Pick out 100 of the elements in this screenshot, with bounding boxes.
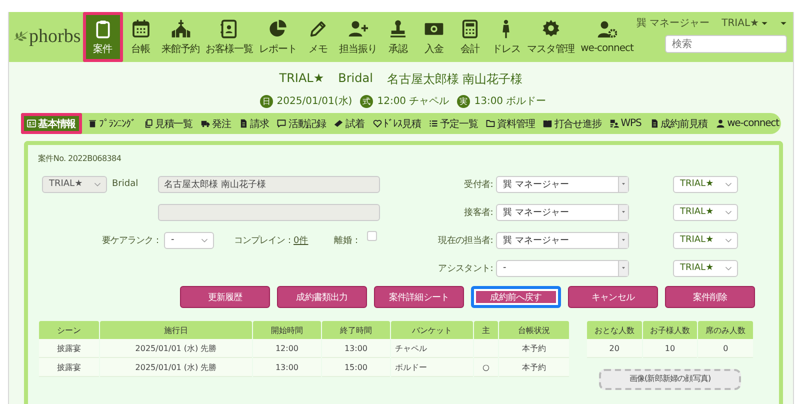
info-badge: 式: [360, 94, 374, 108]
list-icon: [429, 119, 438, 128]
column-header: バンケット: [391, 321, 473, 339]
tab[interactable]: 打合せ進捗: [541, 113, 604, 134]
nav-item[interactable]: レポート: [256, 12, 300, 62]
chevron-icon: [201, 238, 208, 242]
tab[interactable]: 試着: [332, 113, 366, 134]
tab[interactable]: we-connect: [714, 113, 781, 134]
venue-select[interactable]: TRIAL★: [673, 260, 738, 276]
nav-item[interactable]: マスタ管理: [524, 12, 578, 62]
action-button[interactable]: 案件削除: [665, 286, 755, 308]
staff-select[interactable]: -: [496, 260, 629, 276]
column-header: お子様人数: [642, 321, 698, 339]
nav-item[interactable]: お客様一覧: [202, 12, 256, 62]
tab[interactable]: 基本情報: [21, 113, 82, 134]
info-badge: 実: [457, 94, 470, 108]
column-header: 主: [474, 321, 498, 339]
event-type: Bridal: [338, 71, 373, 87]
divorce-label: 離婚：: [334, 234, 362, 246]
info-badge: 日: [260, 94, 273, 108]
nav-item[interactable]: 担当振り: [336, 12, 380, 62]
user-gear-icon: [597, 20, 618, 40]
column-header: 終了時間: [322, 321, 390, 339]
action-button[interactable]: 更新履歴: [180, 286, 270, 308]
venue-select[interactable]: TRIAL★: [673, 176, 738, 192]
search-field[interactable]: 検索: [665, 35, 787, 53]
complaint-link[interactable]: 0件: [294, 234, 308, 246]
column-header: 開始時間: [253, 321, 321, 339]
action-button[interactable]: 成約書類出力: [277, 286, 367, 308]
table-cell: ○: [474, 358, 498, 377]
tab[interactable]: 予定一覧: [427, 113, 480, 134]
user-icon: [716, 119, 726, 128]
venue-name: TRIAL★: [279, 71, 324, 87]
tab[interactable]: 活動記録: [275, 113, 328, 134]
tab[interactable]: 成約前見積: [648, 113, 710, 134]
staff-label: 現在の担当者:: [437, 234, 494, 246]
pencil-icon: [308, 18, 328, 38]
info-text: 12:00 チャペル: [377, 95, 450, 108]
table-cell: チャペル: [391, 339, 473, 358]
table-cell: 20: [587, 339, 642, 358]
caret-icon[interactable]: [780, 20, 787, 26]
table-cell: 15:00: [322, 358, 390, 377]
chevron-icon: [725, 182, 732, 186]
staff-select[interactable]: 巽 マネージャー: [496, 232, 629, 248]
staff-select[interactable]: 巽 マネージャー: [496, 204, 629, 220]
logo[interactable]: phorbs: [9, 12, 83, 62]
calculator-icon: [460, 18, 480, 38]
user-name[interactable]: 巽 マネージャー: [636, 16, 710, 30]
copy-icon: [144, 119, 153, 128]
info-text: 13:00 ボルドー: [474, 95, 546, 108]
folder-icon: [486, 119, 496, 128]
complaint-label: コンプレイン：: [234, 234, 294, 246]
truck-icon: [200, 119, 210, 128]
settings-icon: [540, 18, 561, 38]
care-rank-select[interactable]: -: [164, 232, 214, 248]
table-cell: 10: [642, 339, 698, 358]
column-header: シーン: [39, 321, 99, 339]
church-icon: [170, 18, 191, 38]
table-cell: ボルドー: [391, 358, 473, 377]
document-icon: [650, 119, 659, 128]
tab[interactable]: ﾄﾞﾚｽ見積: [370, 113, 423, 134]
couple-name: 名古屋太郎様 南山花子様: [386, 71, 523, 88]
staff-select[interactable]: 巽 マネージャー: [496, 176, 629, 192]
id-card-icon: [27, 119, 36, 128]
table-cell: 披露宴: [39, 358, 99, 377]
column-header: 施行日: [100, 321, 252, 339]
nav-item[interactable]: メモ: [300, 12, 336, 62]
tab[interactable]: 資料管理: [484, 113, 537, 134]
nav-item[interactable]: we-connect: [578, 12, 636, 62]
user-plus-icon: [348, 18, 368, 38]
nav-item[interactable]: 会計: [452, 12, 488, 62]
action-button[interactable]: 成約前へ戻す: [471, 286, 561, 308]
nav-item[interactable]: 台帳: [122, 12, 159, 62]
document-icon: [239, 119, 248, 128]
action-button[interactable]: キャンセル: [568, 286, 658, 308]
tab[interactable]: 請求: [237, 113, 271, 134]
people-icon: [610, 119, 619, 128]
tab[interactable]: 見積一覧: [142, 113, 194, 134]
venue-select[interactable]: TRIAL★: [673, 232, 738, 248]
tab[interactable]: WPS: [608, 113, 644, 134]
nav-item[interactable]: 案件: [82, 12, 123, 62]
action-button[interactable]: 案件詳細シート: [374, 286, 464, 308]
divorce-checkbox[interactable]: [367, 231, 378, 241]
staff-label: 接客者:: [463, 206, 494, 218]
nav-item[interactable]: 入金: [416, 12, 452, 62]
speech-bubble-icon: [277, 119, 286, 128]
venue-select[interactable]: TRIAL★: [673, 204, 738, 220]
table-cell: [474, 339, 498, 358]
table-cell: 本予約: [499, 358, 569, 377]
trash-icon: [88, 119, 98, 128]
company-menu[interactable]: TRIAL★: [722, 18, 768, 28]
nav-item[interactable]: 承認: [380, 12, 416, 62]
table-cell: 0: [698, 339, 753, 358]
heart-icon: [372, 119, 382, 128]
nav-item[interactable]: ドレス: [488, 12, 524, 62]
tab[interactable]: ﾌﾟﾗﾝﾆﾝｸﾞ: [86, 113, 138, 134]
tab[interactable]: 発注: [198, 113, 233, 134]
nav-item[interactable]: 来館予約: [158, 12, 203, 62]
chevron-icon: [725, 238, 732, 242]
contact-book-icon: [219, 18, 240, 38]
